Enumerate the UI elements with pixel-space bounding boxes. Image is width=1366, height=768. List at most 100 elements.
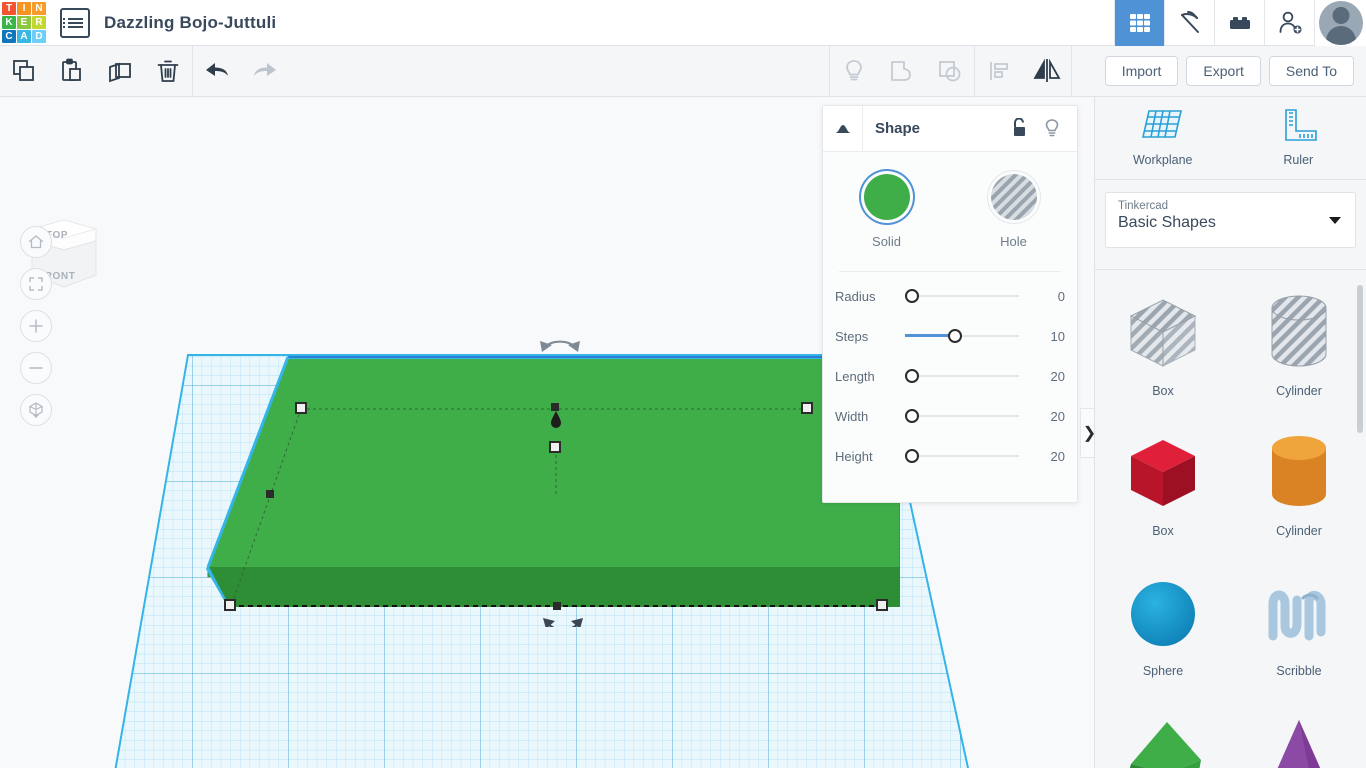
sidebar-scrollbar[interactable] [1357,285,1363,433]
shape-thumb [1262,286,1336,382]
steps-knob[interactable] [947,329,962,343]
arrange-tools [975,46,1071,97]
scale-handle-top-left[interactable] [295,402,307,414]
align-icon[interactable] [975,46,1023,97]
shape-thumb [1121,286,1205,382]
slider-track-line [905,295,1019,297]
shape-label: Cylinder [1276,384,1322,398]
shape-label: Cylinder [1276,524,1322,538]
zoom-in-button[interactable] [20,310,52,342]
workplane-tool[interactable]: Workplane [1095,107,1231,179]
home-icon [28,235,44,249]
height-slider-row: Height 20 [823,436,1077,476]
mirror-icon[interactable] [1023,46,1071,97]
brick-icon[interactable] [1214,0,1264,46]
shape-sphere[interactable]: Sphere [1095,566,1231,706]
edge-handle-left[interactable] [266,490,274,498]
shape-properties-panel: Shape Solid Hole Radius 0 Steps 10 Lengt… [822,105,1078,503]
tinkercad-app: T I N K E R C A D Dazzling Bojo-Juttuli [0,0,1366,768]
shape-thumb [1259,566,1339,662]
shape-pyramid[interactable] [1095,706,1231,768]
width-knob[interactable] [905,409,919,423]
radius-slider[interactable] [905,288,1027,304]
library-name: Basic Shapes [1118,214,1216,231]
length-slider[interactable] [905,368,1027,384]
ruler-tool[interactable]: Ruler [1231,107,1366,179]
steps-slider[interactable] [905,328,1027,344]
unlock-icon[interactable] [1011,117,1029,138]
send-to-button[interactable]: Send To [1268,56,1354,86]
zoom-out-button[interactable] [20,352,52,384]
lightbulb-icon[interactable] [830,46,878,97]
steps-label: Steps [835,328,869,344]
height-knob[interactable] [905,449,919,463]
radius-label: Radius [835,288,876,304]
height-handle[interactable] [549,441,561,453]
length-label: Length [835,368,875,384]
shape-scribble[interactable]: Scribble [1231,566,1366,706]
shape-gallery[interactable]: Box Cylinder Box Cylinder Sphere Scribbl… [1095,269,1366,768]
ruler-tool-label: Ruler [1283,153,1314,167]
shape-cylinder-hole[interactable]: Cylinder [1231,286,1366,426]
edge-handle-bottom[interactable] [553,602,561,610]
height-slider[interactable] [905,448,1027,464]
shape-panel-header: Shape [823,105,1077,152]
shape-panel-actions [1011,117,1077,140]
paste-icon[interactable] [48,46,96,97]
list-menu-icon[interactable] [60,7,90,38]
shape-cylinder-orange[interactable]: Cylinder [1231,426,1366,566]
chevron-down-icon [1329,217,1341,224]
delete-icon[interactable] [144,46,192,97]
width-slider-row: Width 20 [823,396,1077,436]
cube-arrow-icon [29,402,43,419]
scale-handle-bottom-right[interactable] [876,599,888,611]
height-label: Height [835,448,873,464]
steps-value: 10 [1050,328,1065,344]
ruler-icon [1285,109,1318,141]
shape-library-select[interactable]: Tinkercad Basic Shapes [1105,192,1356,248]
scale-handle-bottom-left[interactable] [224,599,236,611]
shape-tools [830,46,974,97]
ungroup-icon[interactable] [926,46,974,97]
export-button[interactable]: Export [1186,56,1261,86]
height-value: 20 [1050,448,1065,464]
hole-mode[interactable]: Hole [950,174,1077,249]
logo-letter: N [32,1,46,15]
fit-view-icon [29,277,43,291]
copy-icon[interactable] [0,46,48,97]
duplicate-icon[interactable] [96,46,144,97]
home-view-button[interactable] [20,226,52,258]
shape-thumb [1257,706,1341,768]
tinkercad-logo[interactable]: T I N K E R C A D [2,1,46,44]
logo-letter: K [2,15,16,30]
undo-icon[interactable] [193,46,241,97]
redo-icon[interactable] [241,46,289,97]
pickaxe-icon[interactable] [1164,0,1214,46]
width-slider[interactable] [905,408,1027,424]
edit-tools [0,46,192,97]
import-button[interactable]: Import [1104,56,1179,86]
length-knob[interactable] [905,369,919,383]
shape-box-hole[interactable]: Box [1095,286,1231,426]
shape-cone[interactable] [1231,706,1366,768]
lightbulb-icon[interactable] [1043,118,1061,140]
header-actions [1114,0,1366,46]
add-person-icon[interactable] [1264,0,1314,46]
solid-swatch [863,174,910,220]
logo-letter: E [17,15,31,30]
collapse-triangle-icon[interactable] [823,105,863,152]
radius-knob[interactable] [905,289,919,303]
solid-mode[interactable]: Solid [823,174,950,249]
shape-box-red[interactable]: Box [1095,426,1231,566]
move-up-handle[interactable] [548,409,564,429]
grid-view-icon[interactable] [1114,0,1164,46]
plus-icon [29,319,43,333]
ortho-perspective-toggle[interactable] [20,394,52,426]
shape-thumb [1262,426,1336,522]
minus-icon [29,367,43,369]
avatar[interactable] [1314,0,1366,46]
group-icon[interactable] [878,46,926,97]
scale-handle-top-right[interactable] [801,402,813,414]
shape-thumb [1121,426,1205,522]
fit-to-view-button[interactable] [20,268,52,300]
